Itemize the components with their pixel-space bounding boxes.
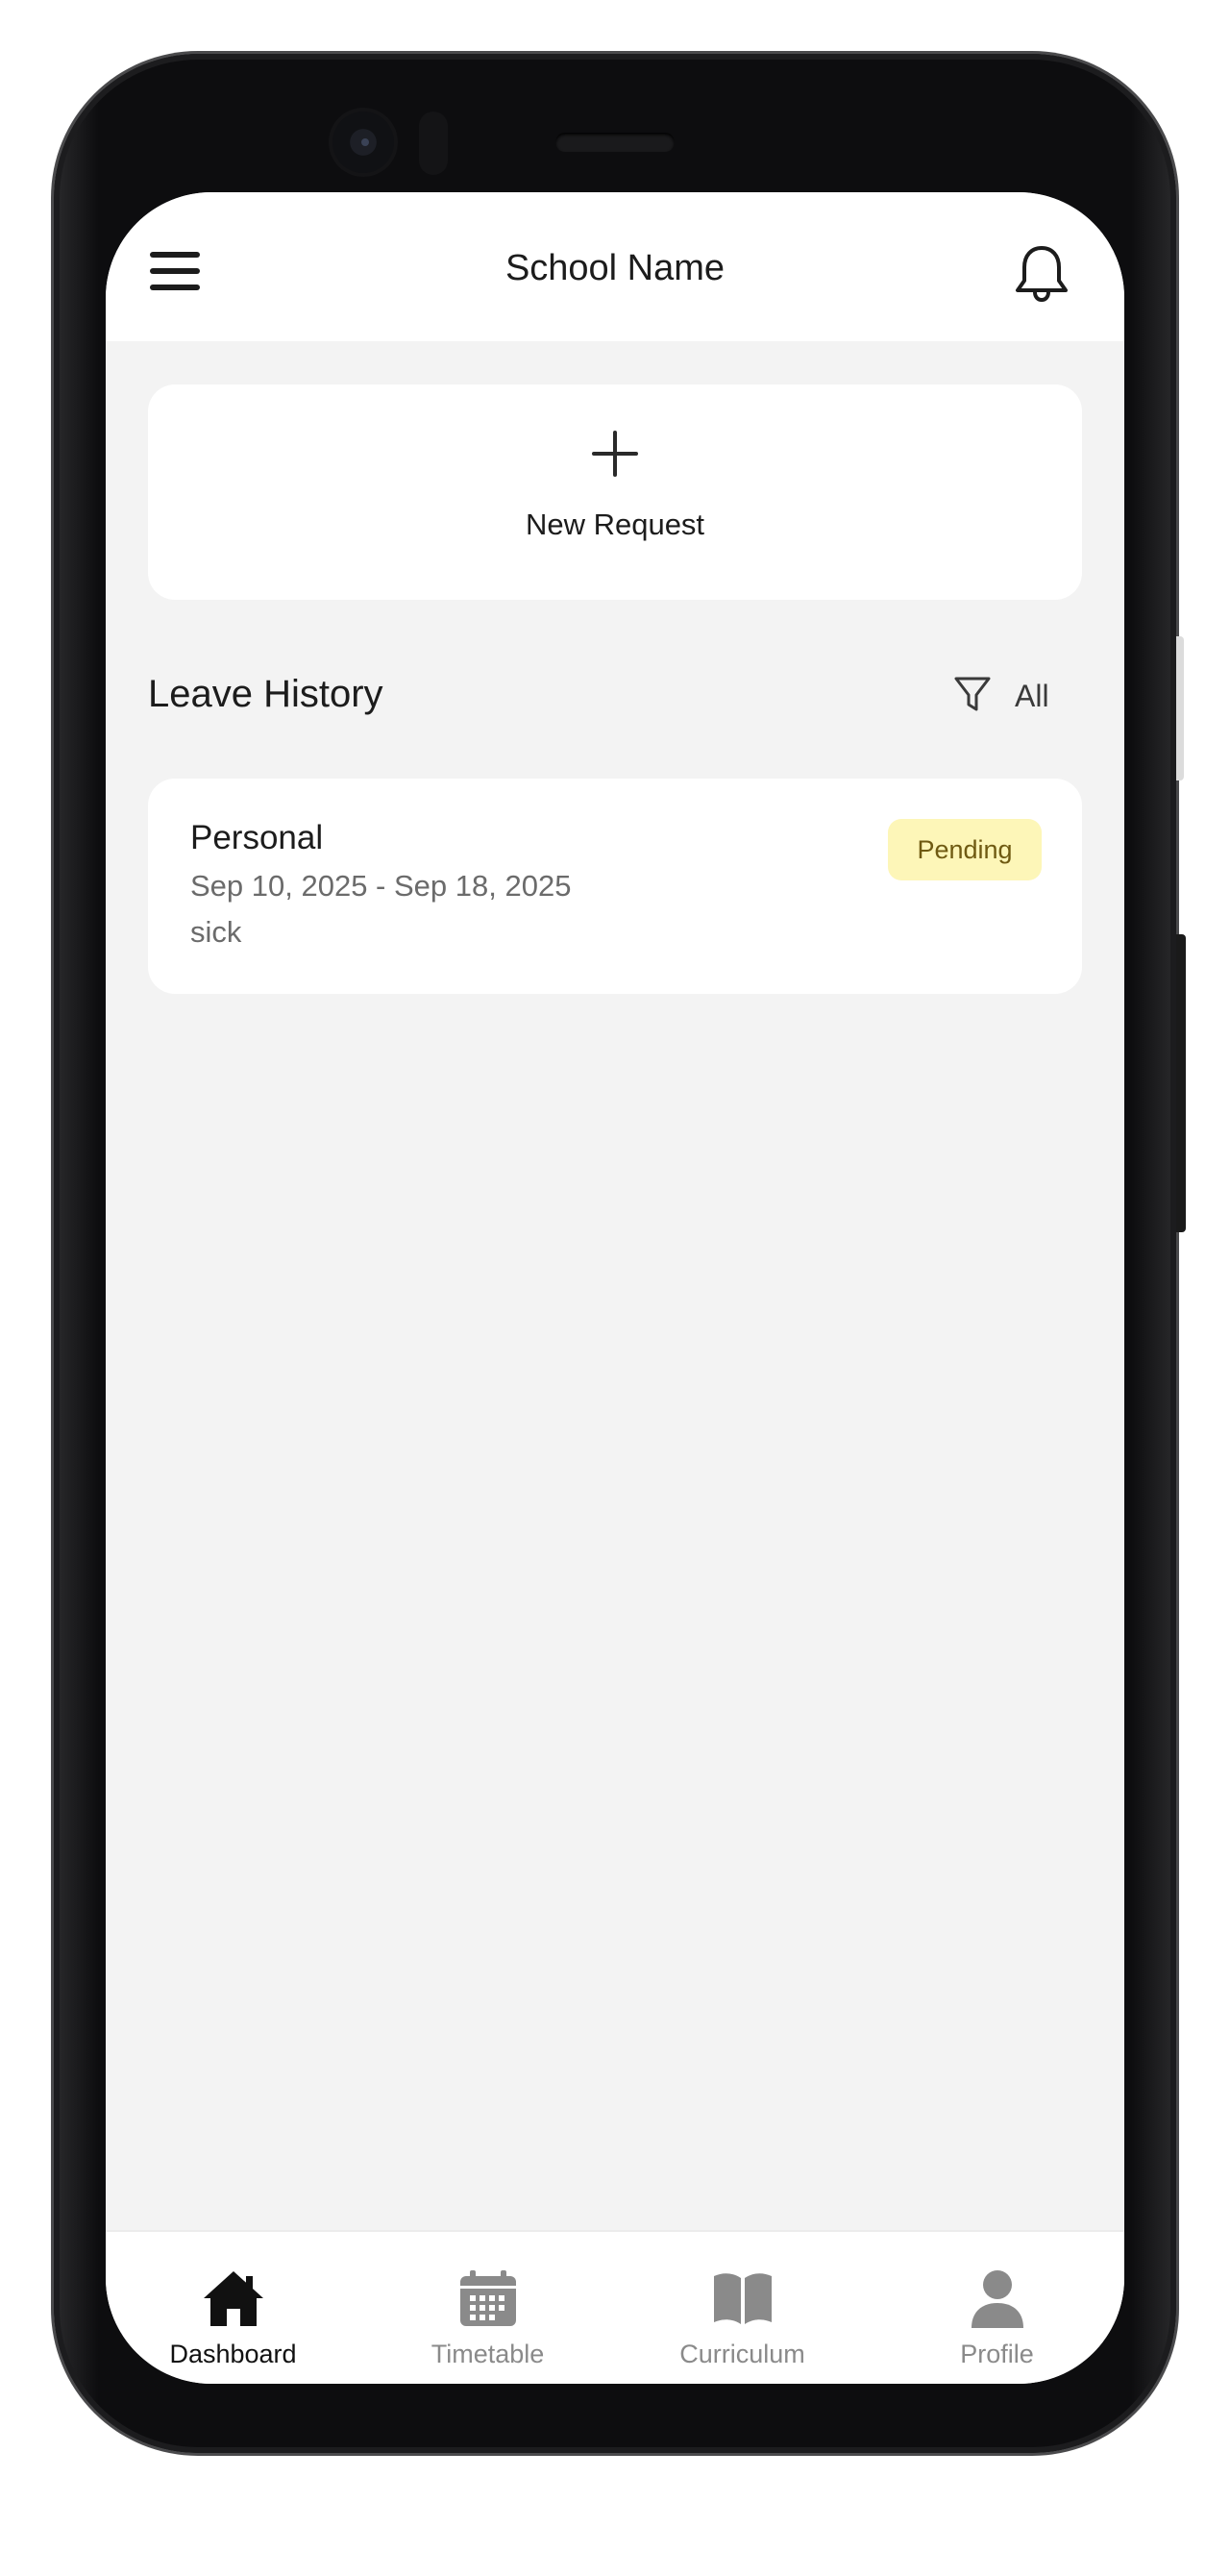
status-badge: Pending (888, 819, 1042, 880)
side-button-upper (1176, 636, 1184, 780)
nav-item-profile[interactable]: Profile (870, 2232, 1124, 2384)
leave-type: Personal (190, 819, 324, 856)
nav-item-dashboard[interactable]: Dashboard (106, 2232, 360, 2384)
front-camera (332, 111, 394, 173)
earpiece-speaker (555, 133, 675, 152)
nav-label-timetable: Timetable (430, 2340, 545, 2368)
nav-item-curriculum[interactable]: Curriculum (615, 2232, 870, 2384)
leave-history-item[interactable]: Personal Sep 10, 2025 - Sep 18, 2025 sic… (148, 779, 1082, 994)
filter-value: All (1015, 679, 1049, 713)
book-icon (714, 2273, 772, 2324)
proximity-sensor (419, 111, 448, 175)
leave-history-heading: Leave History (148, 673, 383, 715)
home-icon (204, 2271, 263, 2326)
nav-item-timetable[interactable]: Timetable (360, 2232, 615, 2384)
leave-reason: sick (190, 915, 242, 949)
page-title: School Name (504, 248, 726, 288)
nav-label-profile: Profile (960, 2340, 1034, 2368)
bottom-navigation: Dashboard Timetable Curriculum Profile (106, 2230, 1124, 2384)
person-icon (972, 2270, 1023, 2328)
new-request-label: New Request (525, 508, 705, 541)
nav-label-curriculum: Curriculum (679, 2340, 805, 2368)
filter-button[interactable]: All (953, 671, 1059, 719)
calendar-icon (460, 2270, 516, 2326)
filter-icon (954, 677, 991, 711)
top-app-bar: School Name (106, 192, 1124, 341)
leave-dates: Sep 10, 2025 - Sep 18, 2025 (190, 869, 572, 903)
app-screen: School Name New Request Leave History Al… (106, 192, 1124, 2384)
bell-icon[interactable] (1013, 242, 1070, 304)
volume-button (1176, 934, 1186, 1232)
nav-label-dashboard: Dashboard (169, 2340, 297, 2368)
plus-icon (592, 431, 638, 477)
new-request-button[interactable]: New Request (148, 384, 1082, 600)
